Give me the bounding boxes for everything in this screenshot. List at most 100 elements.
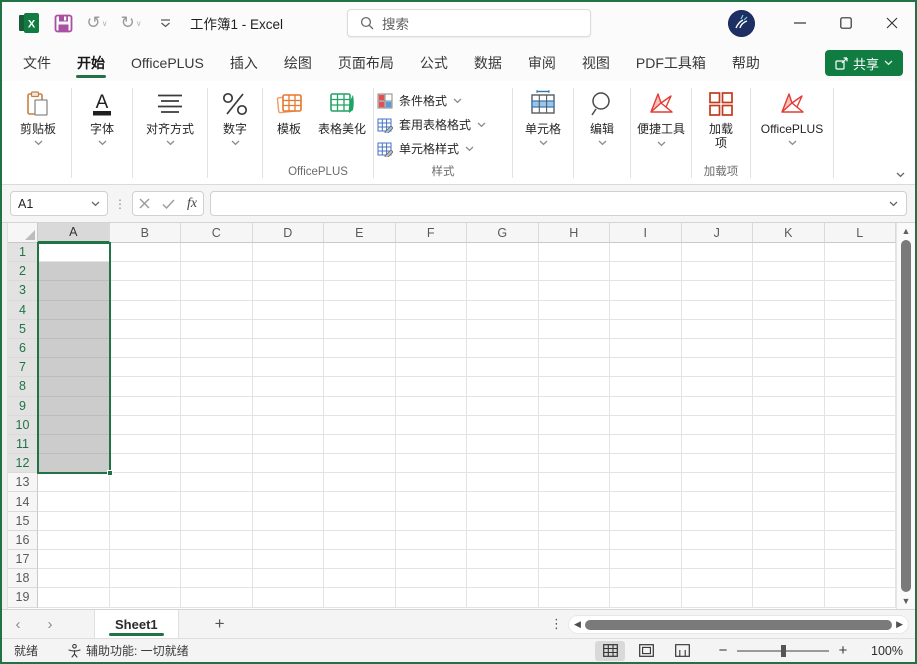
- cell-K11[interactable]: [753, 435, 825, 454]
- tab-页面布局[interactable]: 页面布局: [325, 44, 407, 81]
- zoom-level[interactable]: 100%: [861, 644, 903, 658]
- cell-F7[interactable]: [396, 358, 468, 377]
- scroll-left-icon[interactable]: ◀: [574, 619, 581, 630]
- cell-G11[interactable]: [467, 435, 539, 454]
- formula-bar-resizer[interactable]: ⋮: [114, 199, 126, 209]
- cell-C3[interactable]: [181, 281, 253, 300]
- cell-G9[interactable]: [467, 397, 539, 416]
- cell-J18[interactable]: [682, 569, 754, 588]
- cell-K19[interactable]: [753, 588, 825, 607]
- cell-I10[interactable]: [610, 416, 682, 435]
- officeplus-ribbon-button[interactable]: OfficePLUS: [754, 84, 830, 184]
- cell-J13[interactable]: [682, 473, 754, 492]
- cell-E18[interactable]: [324, 569, 396, 588]
- scroll-up-icon[interactable]: ▲: [902, 226, 911, 236]
- sheet-tab-sheet1[interactable]: Sheet1: [94, 610, 179, 638]
- cell-C2[interactable]: [181, 262, 253, 281]
- cell-H2[interactable]: [539, 262, 611, 281]
- column-header-A[interactable]: A: [38, 223, 110, 243]
- cell-K14[interactable]: [753, 492, 825, 511]
- cell-E10[interactable]: [324, 416, 396, 435]
- cell-styles-button[interactable]: 单元格样式: [377, 140, 486, 157]
- cell-C7[interactable]: [181, 358, 253, 377]
- cell-B6[interactable]: [110, 339, 182, 358]
- cell-I6[interactable]: [610, 339, 682, 358]
- cell-A16[interactable]: [38, 531, 110, 550]
- cell-L10[interactable]: [825, 416, 897, 435]
- cell-H9[interactable]: [539, 397, 611, 416]
- cell-L12[interactable]: [825, 454, 897, 473]
- cell-B1[interactable]: [110, 243, 182, 262]
- cell-F8[interactable]: [396, 377, 468, 396]
- row-header-18[interactable]: 18: [8, 569, 38, 588]
- cell-H17[interactable]: [539, 550, 611, 569]
- cell-H18[interactable]: [539, 569, 611, 588]
- vertical-scroll-thumb[interactable]: [901, 240, 911, 592]
- cell-D11[interactable]: [253, 435, 325, 454]
- cell-H19[interactable]: [539, 588, 611, 607]
- cell-F9[interactable]: [396, 397, 468, 416]
- cell-F18[interactable]: [396, 569, 468, 588]
- cell-A10[interactable]: [38, 416, 110, 435]
- tab-插入[interactable]: 插入: [217, 44, 271, 81]
- accessibility-status[interactable]: 辅助功能: 一切就绪: [68, 642, 189, 659]
- cell-L14[interactable]: [825, 492, 897, 511]
- zoom-in-button[interactable]: +: [837, 642, 849, 659]
- conditional-format-button[interactable]: 条件格式: [377, 92, 486, 109]
- cell-D6[interactable]: [253, 339, 325, 358]
- cell-K17[interactable]: [753, 550, 825, 569]
- cell-K8[interactable]: [753, 377, 825, 396]
- cell-J19[interactable]: [682, 588, 754, 607]
- cell-K9[interactable]: [753, 397, 825, 416]
- cell-J7[interactable]: [682, 358, 754, 377]
- cell-F16[interactable]: [396, 531, 468, 550]
- cell-H7[interactable]: [539, 358, 611, 377]
- cell-I4[interactable]: [610, 301, 682, 320]
- cell-H1[interactable]: [539, 243, 611, 262]
- cell-K18[interactable]: [753, 569, 825, 588]
- cell-A3[interactable]: [38, 281, 110, 300]
- tab-审阅[interactable]: 审阅: [515, 44, 569, 81]
- cell-B7[interactable]: [110, 358, 182, 377]
- tab-视图[interactable]: 视图: [569, 44, 623, 81]
- minimize-button[interactable]: [777, 2, 823, 44]
- cell-J17[interactable]: [682, 550, 754, 569]
- cell-B12[interactable]: [110, 454, 182, 473]
- cell-G16[interactable]: [467, 531, 539, 550]
- cell-J11[interactable]: [682, 435, 754, 454]
- tab-PDF工具箱[interactable]: PDF工具箱: [623, 44, 719, 81]
- cell-D4[interactable]: [253, 301, 325, 320]
- cell-E4[interactable]: [324, 301, 396, 320]
- zoom-slider[interactable]: [737, 650, 829, 652]
- column-header-K[interactable]: K: [753, 223, 825, 243]
- tab-开始[interactable]: 开始: [64, 44, 118, 81]
- cell-H14[interactable]: [539, 492, 611, 511]
- cell-I9[interactable]: [610, 397, 682, 416]
- cell-G10[interactable]: [467, 416, 539, 435]
- cell-L18[interactable]: [825, 569, 897, 588]
- cell-G2[interactable]: [467, 262, 539, 281]
- cell-E8[interactable]: [324, 377, 396, 396]
- cell-C15[interactable]: [181, 512, 253, 531]
- horizontal-scroll-thumb[interactable]: [585, 620, 892, 630]
- cell-L16[interactable]: [825, 531, 897, 550]
- normal-view-button[interactable]: [595, 641, 625, 661]
- cell-J4[interactable]: [682, 301, 754, 320]
- cell-H16[interactable]: [539, 531, 611, 550]
- cell-F14[interactable]: [396, 492, 468, 511]
- column-header-G[interactable]: G: [467, 223, 539, 243]
- cell-E19[interactable]: [324, 588, 396, 607]
- row-header-14[interactable]: 14: [8, 492, 38, 511]
- cell-F10[interactable]: [396, 416, 468, 435]
- redo-button[interactable]: ↻∨: [116, 8, 146, 38]
- cell-F6[interactable]: [396, 339, 468, 358]
- cell-A11[interactable]: [38, 435, 110, 454]
- tab-绘图[interactable]: 绘图: [271, 44, 325, 81]
- row-header-17[interactable]: 17: [8, 550, 38, 569]
- row-header-1[interactable]: 1: [8, 243, 38, 262]
- excel-logo-icon[interactable]: X: [14, 8, 44, 38]
- cell-J3[interactable]: [682, 281, 754, 300]
- cell-G12[interactable]: [467, 454, 539, 473]
- cell-I13[interactable]: [610, 473, 682, 492]
- cell-I1[interactable]: [610, 243, 682, 262]
